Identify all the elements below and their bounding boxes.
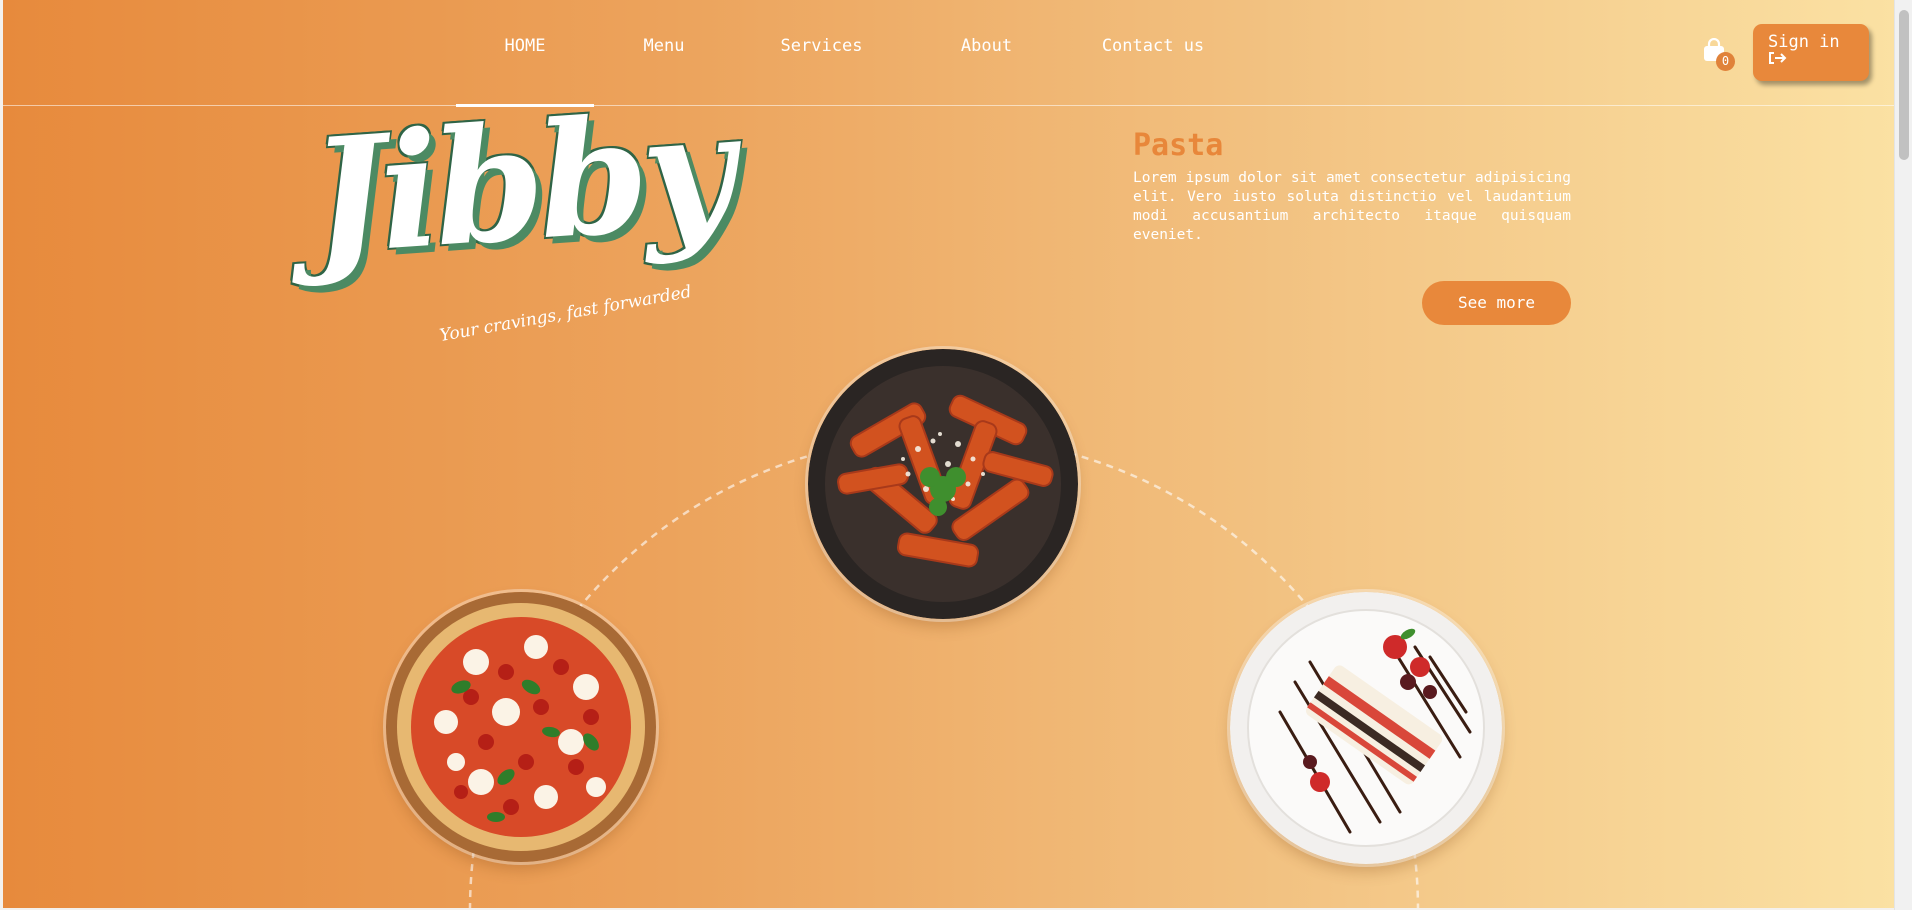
- dish-cake[interactable]: [1230, 592, 1502, 864]
- cart-button[interactable]: 0: [1703, 38, 1735, 72]
- sign-in-button[interactable]: Sign in: [1753, 24, 1869, 81]
- logo-wordmark: Jibby: [304, 77, 735, 292]
- pasta-bowl-image: [808, 349, 1078, 619]
- featured-dish-description: Lorem ipsum dolor sit amet consectetur a…: [1133, 170, 1571, 243]
- see-more-button[interactable]: See more: [1422, 281, 1571, 325]
- pizza-image: [386, 592, 656, 862]
- dish-pasta[interactable]: [808, 349, 1078, 619]
- cake-image: [1230, 592, 1502, 864]
- vertical-scrollbar[interactable]: [1894, 0, 1912, 910]
- featured-dish-info: Pasta Lorem ipsum dolor sit amet consect…: [1133, 128, 1571, 245]
- nav-contact-us[interactable]: Contact us: [1064, 0, 1242, 106]
- dish-pizza[interactable]: [386, 592, 656, 862]
- sign-in-arrow-icon: [1769, 52, 1787, 64]
- featured-dish-title: Pasta: [1133, 128, 1224, 163]
- brand-logo[interactable]: Jibby Your cravings, fast forwarded: [305, 77, 752, 384]
- sign-in-label: Sign in: [1768, 32, 1840, 52]
- cart-count-badge: 0: [1716, 52, 1735, 71]
- nav-about[interactable]: About: [909, 0, 1064, 106]
- top-navigation-bar: HOME Menu Services About Contact us: [3, 0, 1894, 107]
- scrollbar-thumb[interactable]: [1899, 10, 1909, 160]
- nav-services[interactable]: Services: [734, 0, 909, 106]
- logo-tagline: Your cravings, fast forwarded: [438, 281, 694, 347]
